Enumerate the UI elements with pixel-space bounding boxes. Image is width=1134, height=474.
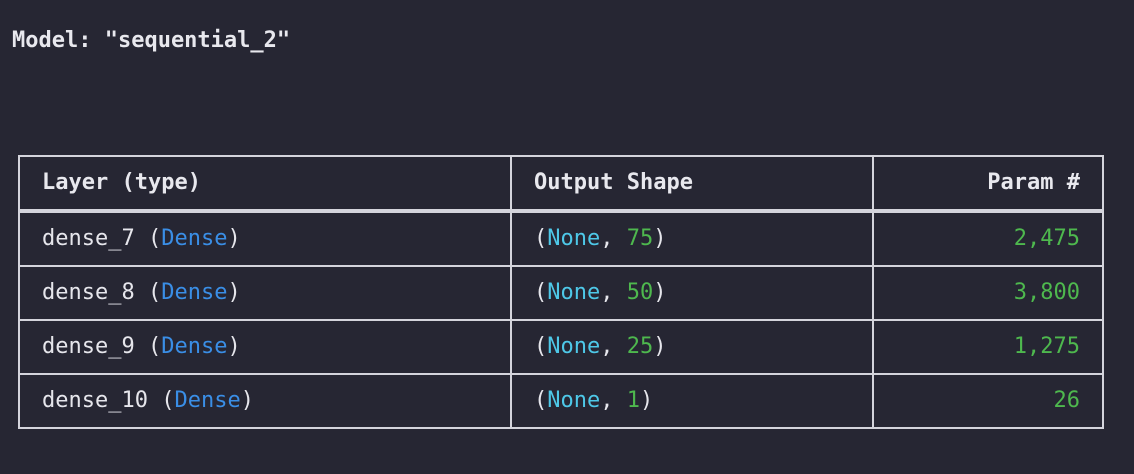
header-output-shape: Output Shape bbox=[510, 155, 874, 213]
layer-type: Dense bbox=[161, 334, 228, 359]
table-row: dense_9 (Dense) (None, 25) 1,275 bbox=[18, 319, 1104, 375]
table-row: dense_7 (Dense) (None, 75) 2,475 bbox=[18, 210, 1104, 267]
layer-name: dense_9 bbox=[42, 334, 135, 359]
layer-cell: dense_10 (Dense) bbox=[18, 373, 512, 429]
shape-units: 75 bbox=[626, 226, 654, 251]
table-row: dense_8 (Dense) (None, 50) 3,800 bbox=[18, 265, 1104, 321]
shape-batch-dim: None bbox=[547, 226, 601, 251]
output-shape-cell: (None, 1) bbox=[510, 373, 874, 429]
model-title: Model: "sequential_2" bbox=[12, 28, 291, 53]
shape-batch-dim: None bbox=[547, 334, 601, 359]
shape-batch-dim: None bbox=[547, 280, 601, 305]
model-summary-table: Layer (type) Output Shape Param # dense_… bbox=[18, 155, 1104, 429]
shape-batch-dim: None bbox=[547, 388, 601, 413]
layer-type: Dense bbox=[174, 388, 241, 413]
shape-units: 50 bbox=[626, 280, 654, 305]
layer-cell: dense_9 (Dense) bbox=[18, 319, 512, 375]
layer-name: dense_7 bbox=[42, 226, 135, 251]
output-shape-cell: (None, 75) bbox=[510, 210, 874, 267]
param-count: 1,275 bbox=[872, 319, 1104, 375]
param-count: 3,800 bbox=[872, 265, 1104, 321]
header-layer-type: Layer (type) bbox=[18, 155, 512, 213]
table-row: dense_10 (Dense) (None, 1) 26 bbox=[18, 373, 1104, 429]
layer-type: Dense bbox=[161, 226, 228, 251]
layer-cell: dense_7 (Dense) bbox=[18, 210, 512, 267]
param-count: 2,475 bbox=[872, 210, 1104, 267]
header-param-count: Param # bbox=[872, 155, 1104, 213]
layer-name: dense_10 bbox=[42, 388, 148, 413]
shape-units: 25 bbox=[626, 334, 654, 359]
layer-name: dense_8 bbox=[42, 280, 135, 305]
output-shape-cell: (None, 50) bbox=[510, 265, 874, 321]
layer-cell: dense_8 (Dense) bbox=[18, 265, 512, 321]
layer-type: Dense bbox=[161, 280, 228, 305]
shape-units: 1 bbox=[626, 388, 640, 413]
param-count: 26 bbox=[872, 373, 1104, 429]
output-shape-cell: (None, 25) bbox=[510, 319, 874, 375]
table-header-row: Layer (type) Output Shape Param # bbox=[18, 155, 1104, 213]
